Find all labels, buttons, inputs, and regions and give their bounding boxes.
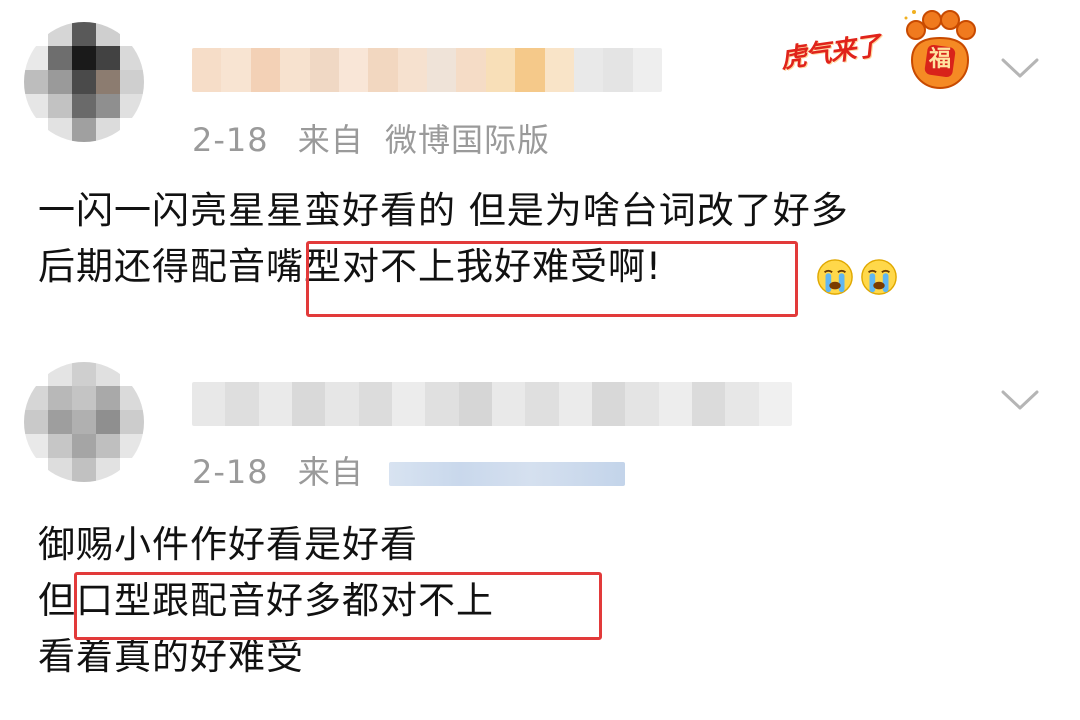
post-meta: 2-18 来自 微博国际版: [192, 115, 550, 161]
post-date: 2-18: [192, 121, 269, 159]
avatar[interactable]: [24, 22, 144, 142]
comment-line: 一闪一闪亮星星蛮好看的 但是为啥台词改了好多: [38, 189, 849, 232]
comment-item: 2-18 来自 御赐小件作好看是好看 但口型跟配音好多都对不上 看着真的好难受: [0, 350, 1080, 720]
crying-face-icon: [861, 259, 897, 295]
source-name[interactable]: 微博国际版: [385, 121, 550, 159]
source-prefix: 来自: [297, 121, 364, 159]
source-prefix: 来自: [297, 453, 364, 491]
chevron-down-icon[interactable]: [1000, 56, 1040, 80]
source-name-blurred[interactable]: [388, 462, 625, 486]
chevron-down-icon[interactable]: [1000, 388, 1040, 412]
post-date: 2-18: [192, 453, 269, 491]
avatar[interactable]: [24, 362, 144, 482]
post-meta: 2-18 来自: [192, 447, 625, 493]
red-highlight-box: [74, 572, 602, 640]
red-highlight-box: [306, 241, 798, 317]
badge-text: 虎气来了: [778, 31, 882, 75]
comment-line: 御赐小件作好看是好看: [38, 523, 418, 566]
username-blurred[interactable]: [192, 382, 792, 426]
crying-face-icon: [817, 259, 853, 295]
comment-item: 2-18 来自 微博国际版 虎气来了 福 一闪一闪亮星星蛮好看的 但是为啥台词改…: [0, 0, 1080, 350]
username-blurred[interactable]: [192, 48, 662, 92]
badge-fu-text: 福: [928, 47, 951, 72]
tiger-badge: 虎气来了 福: [778, 8, 990, 90]
